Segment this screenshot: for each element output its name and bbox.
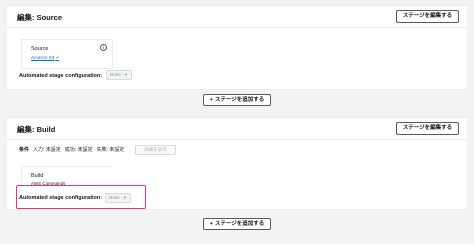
plus-icon: + xyxy=(209,97,213,103)
select-value: None xyxy=(109,195,120,200)
automated-stage-config-label: Automated stage configuration: xyxy=(19,73,103,79)
add-stage-label: ステージを追加する xyxy=(214,221,265,227)
edit-stage-button[interactable]: ステージを編集する xyxy=(396,122,459,135)
show-details-button[interactable]: 詳細を表示 xyxy=(135,145,176,155)
conditions-label: 条件 xyxy=(19,147,30,153)
add-stage-label: ステージを追加する xyxy=(214,97,265,103)
failure-condition: 失敗: 未設定 xyxy=(96,147,125,153)
action-name: Source xyxy=(31,46,49,52)
chevron-down-icon: ▼ xyxy=(124,72,128,77)
entry-condition: 入力: 未設定 xyxy=(33,147,61,153)
automated-stage-config-label: Automated stage configuration: xyxy=(19,195,103,201)
stage-header: 編集: Source ステージを編集する xyxy=(7,6,467,28)
stage-title: 編集: Source xyxy=(17,13,63,22)
external-link-icon: ↗ xyxy=(55,55,60,60)
success-condition: 成功: 未設定 xyxy=(64,147,93,153)
automated-stage-config-select[interactable]: None ▼ xyxy=(105,193,131,203)
source-action-card[interactable]: Source Amazon S3↗ i xyxy=(21,39,113,69)
action-name: Build xyxy=(31,173,44,179)
info-icon[interactable]: i xyxy=(100,44,107,51)
automated-stage-config-select[interactable]: None ▼ xyxy=(106,70,132,80)
chevron-down-icon: ▼ xyxy=(123,195,127,200)
plus-icon: + xyxy=(209,221,213,227)
build-stage-panel: 編集: Build ステージを編集する 条件 入力: 未設定 成功: 未設定 失敗: … xyxy=(7,117,467,210)
provider-label: Amazon S3 xyxy=(31,55,55,60)
select-value: None xyxy=(110,72,121,77)
add-stage-button[interactable]: + ステージを追加する xyxy=(203,94,271,106)
action-provider-link[interactable]: Amazon S3↗ xyxy=(31,55,59,61)
conditions-row: 条件 入力: 未設定 成功: 未設定 失敗: 未設定 xyxy=(19,146,128,153)
source-stage-panel: 編集: Source ステージを編集する Source Amazon S3↗ i… xyxy=(7,5,467,90)
stage-header: 編集: Build ステージを編集する xyxy=(7,118,467,140)
add-stage-button[interactable]: + ステージを追加する xyxy=(203,218,271,230)
stage-title: 編集: Build xyxy=(17,125,56,134)
edit-stage-button[interactable]: ステージを編集する xyxy=(396,10,459,23)
